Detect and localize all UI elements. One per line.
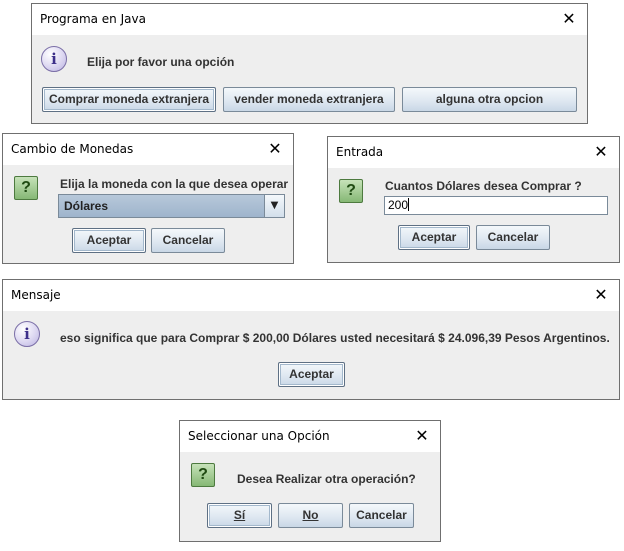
- no-label: No: [302, 508, 319, 522]
- dialog-message: Elija la moneda con la que desea operar: [60, 177, 289, 191]
- dialog-title: Mensaje: [11, 288, 61, 302]
- currency-select[interactable]: Dólares ▼: [58, 194, 285, 218]
- comprar-moneda-button[interactable]: Comprar moneda extranjera: [42, 87, 216, 112]
- dialog-title: Entrada: [336, 145, 384, 159]
- otra-opcion-button[interactable]: alguna otra opcion: [402, 87, 577, 112]
- dialog-seleccionar-opcion: Seleccionar una Opción ✕ ? Desea Realiza…: [179, 420, 441, 542]
- yes-button[interactable]: Sí: [207, 503, 272, 528]
- close-icon[interactable]: ✕: [593, 287, 609, 303]
- no-button[interactable]: No: [278, 503, 343, 528]
- screenshot-canvas: { "dialog_main": { "title": "Programa en…: [0, 0, 624, 551]
- title-bar[interactable]: Cambio de Monedas ✕: [3, 134, 293, 165]
- info-icon: i: [14, 321, 40, 347]
- question-icon: ?: [339, 179, 363, 203]
- dialog-title: Cambio de Monedas: [11, 142, 134, 156]
- dialog-programa-en-java: Programa en Java ✕ i Elija por favor una…: [31, 3, 588, 124]
- close-icon[interactable]: ✕: [267, 141, 283, 157]
- amount-input-value: 200: [388, 198, 409, 212]
- dialog-message: Elija por favor una opción: [87, 55, 235, 69]
- close-icon[interactable]: ✕: [414, 428, 430, 444]
- close-icon[interactable]: ✕: [593, 144, 609, 160]
- title-bar[interactable]: Programa en Java ✕: [32, 4, 587, 35]
- cancel-button[interactable]: Cancelar: [349, 503, 414, 528]
- dialog-entrada: Entrada ✕ ? Cuantos Dólares desea Compra…: [327, 136, 620, 263]
- currency-select-value: Dólares: [64, 199, 109, 213]
- info-icon: i: [41, 46, 67, 72]
- accept-button[interactable]: Aceptar: [278, 362, 345, 387]
- title-bar[interactable]: Seleccionar una Opción ✕: [180, 421, 440, 452]
- yes-label: Sí: [233, 508, 246, 522]
- question-icon: ?: [191, 463, 215, 487]
- dialog-message: Desea Realizar otra operación?: [237, 472, 416, 486]
- dialog-title: Seleccionar una Opción: [188, 429, 330, 443]
- accept-button[interactable]: Aceptar: [398, 225, 470, 250]
- amount-input[interactable]: 200: [384, 196, 608, 215]
- dialog-mensaje: Mensaje ✕ i eso significa que para Compr…: [2, 279, 620, 400]
- dialog-message: Cuantos Dólares desea Comprar ?: [385, 179, 582, 193]
- cancel-button[interactable]: Cancelar: [476, 225, 550, 250]
- cancel-button[interactable]: Cancelar: [151, 228, 225, 253]
- vender-moneda-button[interactable]: vender moneda extranjera: [223, 87, 395, 112]
- text-caret: [408, 198, 410, 211]
- accept-button[interactable]: Aceptar: [72, 228, 146, 253]
- chevron-down-icon[interactable]: ▼: [264, 195, 284, 217]
- title-bar[interactable]: Mensaje ✕: [3, 280, 619, 311]
- title-bar[interactable]: Entrada ✕: [328, 137, 619, 168]
- dialog-cambio-de-monedas: Cambio de Monedas ✕ ? Elija la moneda co…: [2, 133, 294, 264]
- dialog-title: Programa en Java: [40, 12, 146, 26]
- dialog-message: eso significa que para Comprar $ 200,00 …: [60, 331, 610, 345]
- close-icon[interactable]: ✕: [561, 11, 577, 27]
- question-icon: ?: [14, 176, 38, 200]
